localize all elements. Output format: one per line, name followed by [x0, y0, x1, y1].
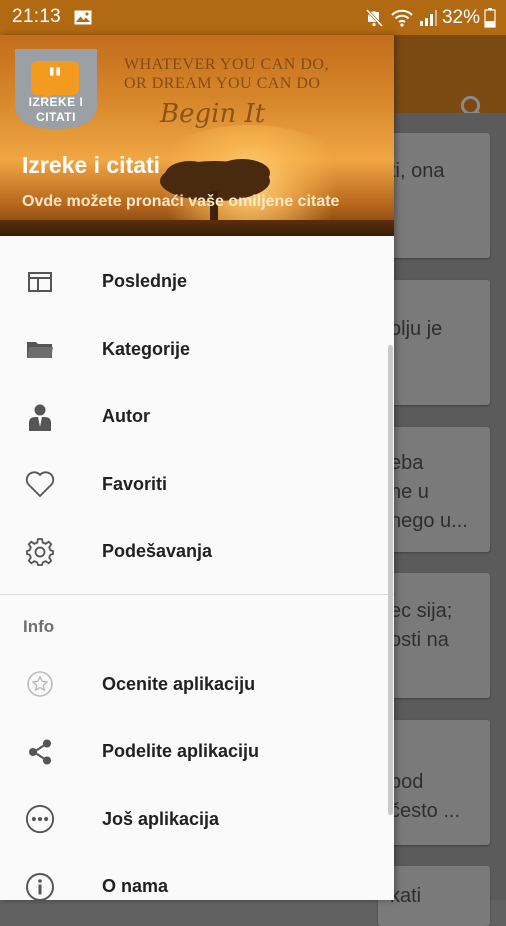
drawer-title: Izreke i citati — [22, 152, 161, 178]
header-quote-script: Begin It — [160, 99, 266, 129]
header-quote-line: OR DREAM YOU CAN DO — [124, 75, 321, 92]
quote-card-text: osti na — [390, 629, 449, 651]
status-bar: 21:13 32% — [0, 0, 506, 35]
svg-text:": " — [47, 62, 63, 97]
menu-item-favoriti[interactable]: Favoriti — [0, 451, 394, 519]
quote-card-text: kati — [390, 885, 422, 907]
quote-card-text: olju je — [390, 318, 443, 340]
menu-item-label: Poslednje — [102, 271, 188, 292]
section-label: Info — [23, 616, 55, 636]
header-quote: WHATEVER YOU CAN DO, OR DREAM YOU CAN DO — [124, 55, 329, 93]
menu-item-podesavanja[interactable]: Podešavanja — [0, 518, 394, 586]
person-icon — [25, 402, 55, 432]
menu-item-label: Još aplikacija — [102, 808, 220, 829]
info-icon — [25, 872, 55, 900]
menu-item-label: Ocenite aplikaciju — [102, 673, 256, 694]
gear-icon — [25, 537, 55, 567]
wifi-icon — [391, 9, 413, 27]
status-time: 21:13 — [12, 6, 62, 27]
signal-icon — [419, 10, 437, 26]
drawer-header: WHATEVER YOU CAN DO, OR DREAM YOU CAN DO… — [0, 35, 394, 236]
star-badge-icon — [25, 669, 55, 699]
gallery-notification-icon — [74, 10, 92, 25]
battery-icon — [484, 8, 496, 28]
quote-card[interactable]: eba ne u nego u... — [378, 427, 490, 552]
section-header-info: Info — [0, 595, 394, 651]
menu-item-label: O nama — [102, 876, 169, 897]
quote-card-text: ec sija; — [390, 600, 453, 622]
quote-card[interactable]: kati — [378, 866, 490, 926]
recent-icon — [25, 267, 55, 297]
menu-item-poslednje[interactable]: Poslednje — [0, 248, 394, 316]
quote-card[interactable]: ti, ona — [378, 133, 490, 258]
menu-item-label: Podelite aplikaciju — [102, 741, 260, 762]
mute-icon — [365, 8, 384, 28]
menu-item-more-apps[interactable]: Još aplikacija — [0, 786, 394, 854]
menu-item-label: Favoriti — [102, 473, 168, 494]
header-quote-line: WHATEVER YOU CAN DO, — [124, 56, 329, 73]
drawer-subtitle: Ovde možete pronaći vaše omiljene citate — [22, 193, 340, 210]
menu-item-kategorije[interactable]: Kategorije — [0, 316, 394, 384]
menu-item-about[interactable]: O nama — [0, 853, 394, 900]
battery-percent: 32% — [441, 7, 480, 28]
logo-text: IZREKE I — [28, 95, 84, 109]
quote-card[interactable]: pod često ... — [378, 720, 490, 845]
quote-card-text: često ... — [390, 800, 461, 822]
menu-item-label: Autor — [102, 406, 150, 427]
logo-text: CITATI — [36, 110, 76, 124]
quote-card[interactable]: olju je — [378, 280, 490, 405]
quote-card-text: eba — [390, 452, 424, 474]
quote-card-text: nego u... — [390, 510, 468, 532]
folder-icon — [25, 334, 55, 364]
share-icon — [25, 737, 55, 767]
quote-card-text: pod — [390, 771, 424, 793]
drawer-menu: Poslednje Kategorije Autor Favoriti Pode… — [0, 248, 394, 900]
heart-icon — [25, 469, 55, 499]
quote-card-text: ne u — [390, 481, 429, 503]
horizon — [0, 220, 394, 236]
quote-card[interactable]: ec sija; osti na — [378, 573, 490, 698]
drawer-scrollbar[interactable] — [388, 345, 393, 815]
menu-item-rate-app[interactable]: Ocenite aplikaciju — [0, 651, 394, 719]
more-circle-icon — [25, 804, 55, 834]
menu-item-share-app[interactable]: Podelite aplikaciju — [0, 718, 394, 786]
menu-item-label: Podešavanja — [102, 541, 213, 562]
quote-card-text: ti, ona — [390, 160, 445, 182]
navigation-drawer: WHATEVER YOU CAN DO, OR DREAM YOU CAN DO… — [0, 35, 394, 900]
menu-item-autor[interactable]: Autor — [0, 383, 394, 451]
menu-item-label: Kategorije — [102, 338, 191, 359]
